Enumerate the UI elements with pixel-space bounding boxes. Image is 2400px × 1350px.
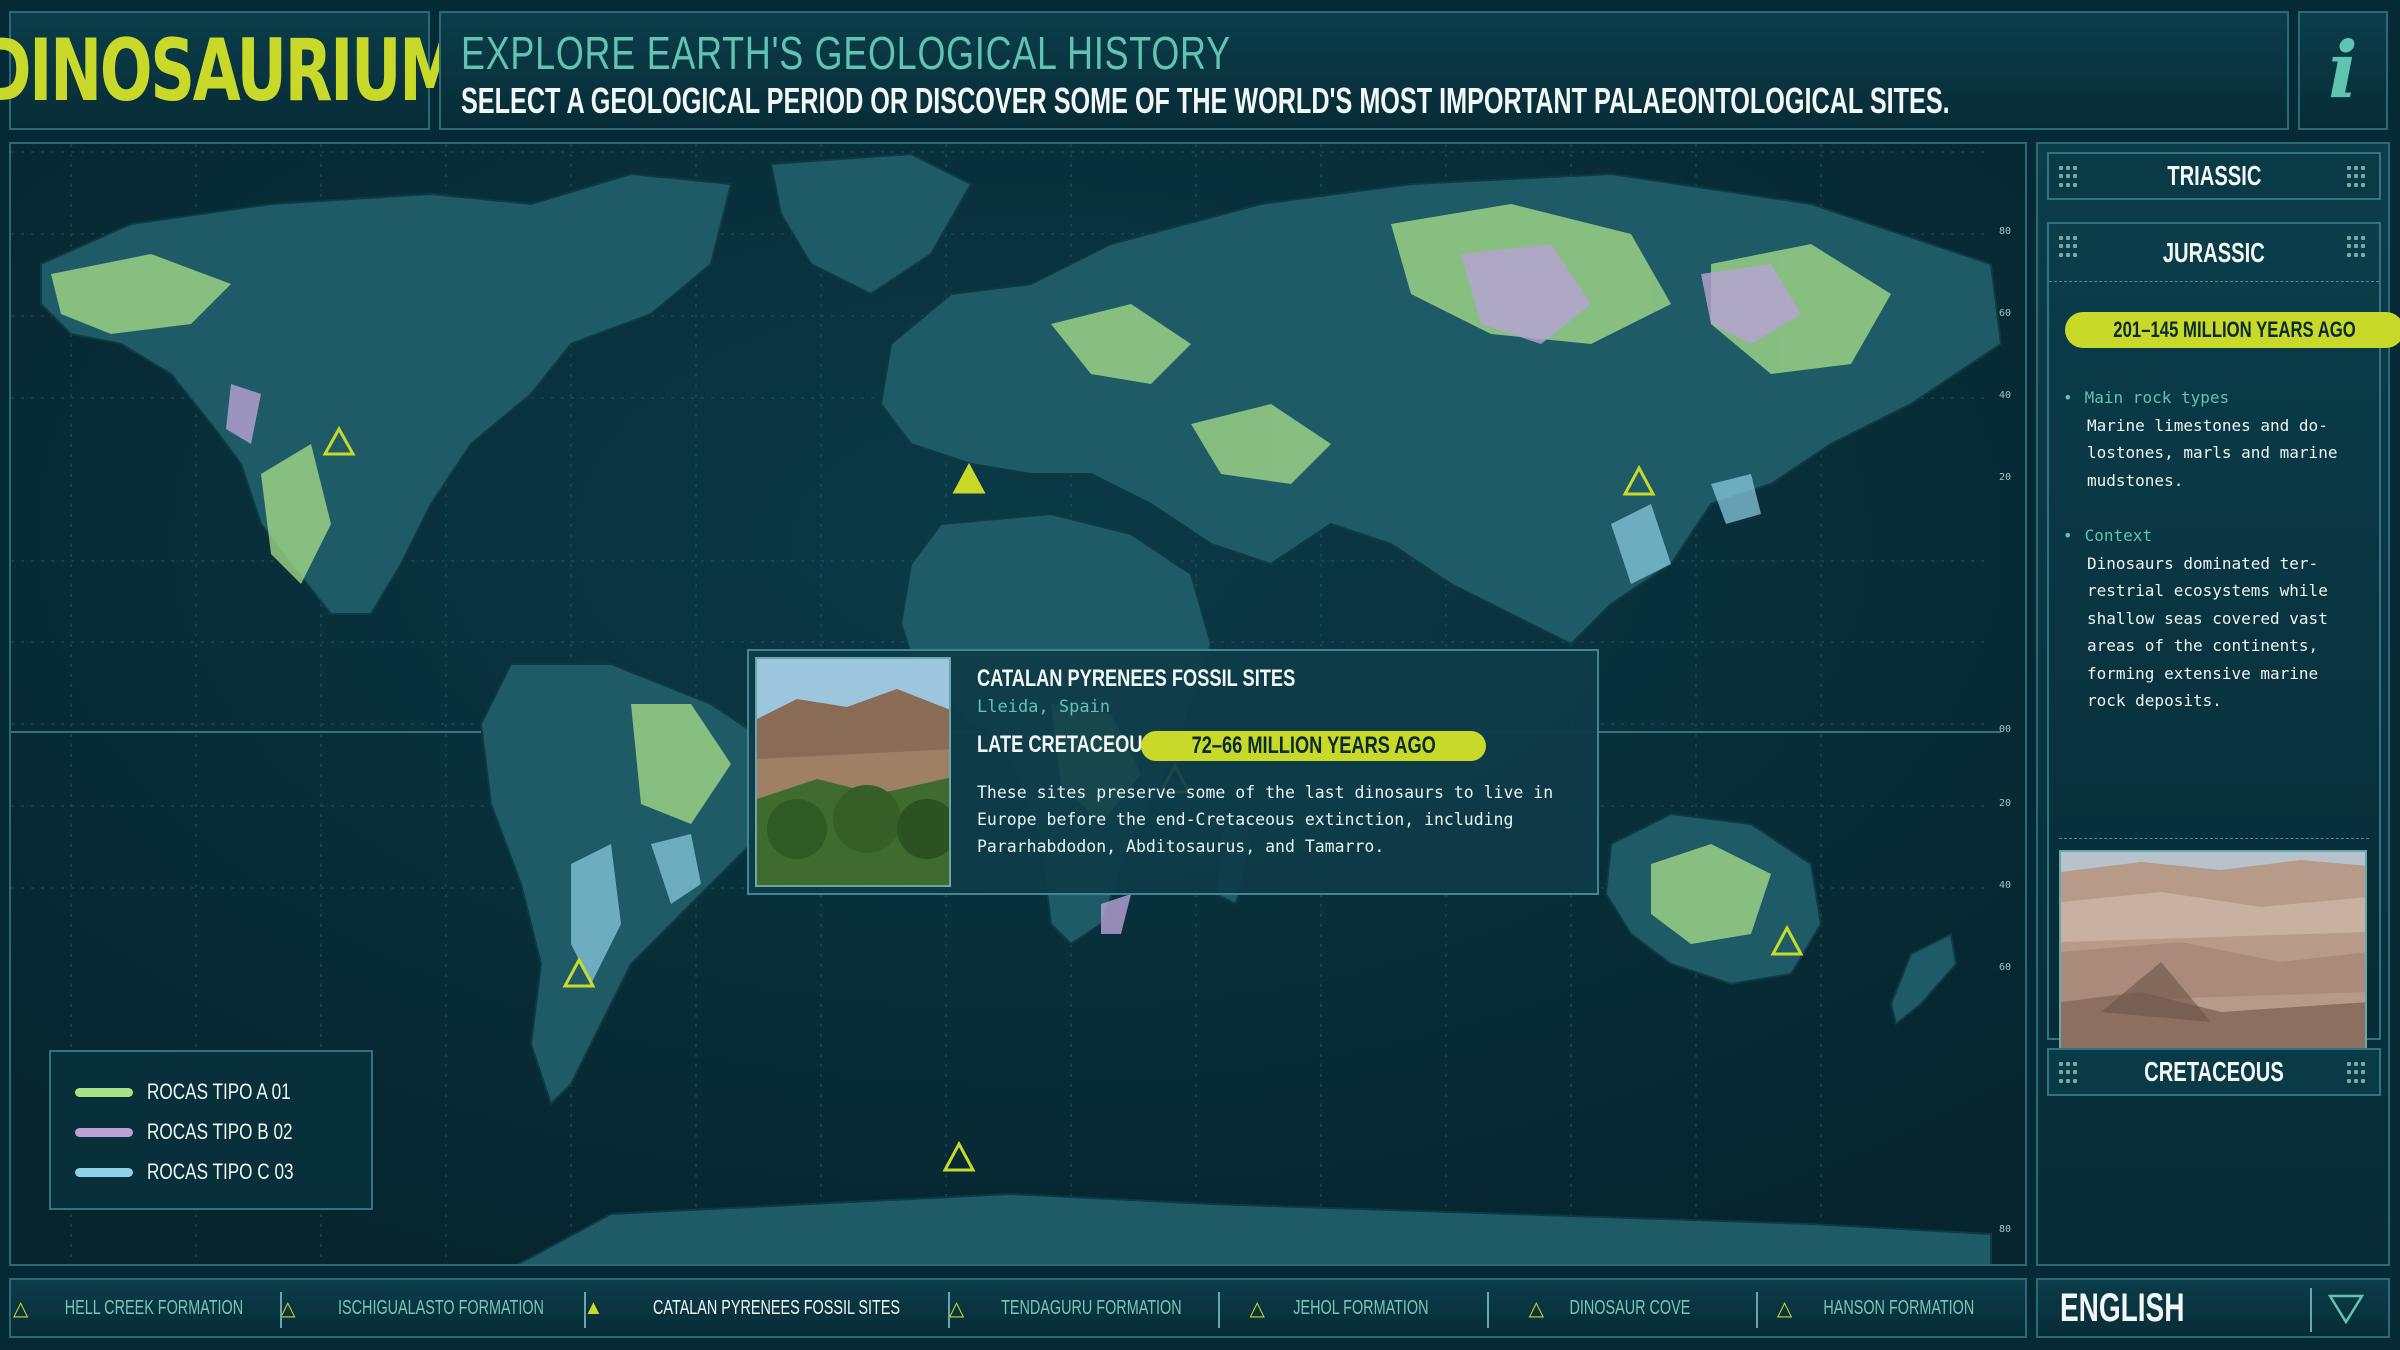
lat-label: 80: [1998, 226, 2011, 237]
legend-label: ROCAS TIPO A 01: [147, 1079, 291, 1104]
drag-handle-icon[interactable]: [2059, 1062, 2081, 1084]
popup-text-line: Pararhabdodon, Abditosaurus, and Tamarro…: [977, 837, 1385, 856]
app-logo[interactable]: DINOSAURIUM: [0, 21, 461, 121]
site-tab-label: HANSON FORMATION: [1823, 1296, 1975, 1319]
drag-handle-icon[interactable]: [2059, 236, 2081, 258]
drag-handle-icon[interactable]: [2347, 236, 2369, 258]
legend-item: ROCAS TIPO B 02: [75, 1112, 347, 1152]
popup-text-line: Europe before the end-Cretaceous extinct…: [977, 810, 1514, 829]
site-tab-tendaguru[interactable]: △ TENDAGURU FORMATION: [948, 1280, 1217, 1336]
section-line: mudstones.: [2087, 470, 2184, 490]
period-tab-cretaceous[interactable]: CRETACEOUS: [2047, 1048, 2381, 1096]
context-section: Context Dinosaurs dominated ter- restria…: [2063, 522, 2363, 715]
triangle-outline-icon: △: [1249, 1297, 1265, 1320]
page-title: EXPLORE EARTH'S GEOLOGICAL HISTORY: [461, 27, 1231, 79]
site-tab-ischigualasto[interactable]: △ ISCHIGUALASTO FORMATION: [280, 1280, 583, 1336]
drag-handle-icon[interactable]: [2347, 1062, 2369, 1084]
chevron-down-icon[interactable]: [2328, 1292, 2364, 1326]
popup-description: These sites preserve some of the last di…: [977, 779, 1587, 860]
info-button[interactable]: i: [2298, 11, 2388, 130]
popup-period: LATE CRETACEOUS: [977, 731, 1155, 758]
popup-location: Lleida, Spain: [977, 697, 1111, 717]
section-line: Dinosaurs dominated ter-: [2087, 553, 2319, 573]
section-line: areas of the continents,: [2087, 636, 2319, 655]
language-selector[interactable]: ENGLISH: [2036, 1278, 2390, 1338]
legend-label: ROCAS TIPO C 03: [147, 1159, 294, 1184]
section-line: shallow seas covered vast: [2087, 608, 2328, 628]
lat-label: 60: [1998, 308, 2011, 319]
period-tab-jurassic[interactable]: JURASSIC: [2049, 224, 2379, 282]
site-photo: [755, 657, 951, 887]
logo-panel[interactable]: DINOSAURIUM: [0, 11, 461, 130]
section-line: Marine limestones and do-: [2087, 415, 2328, 435]
latitude-scale: 80 60 40 20 00 20 40 60 80: [1987, 144, 2017, 1264]
lat-label: 40: [1998, 390, 2011, 401]
legend-label: ROCAS TIPO B 02: [147, 1119, 293, 1144]
section-heading: Main rock types: [2063, 384, 2363, 412]
section-heading: Context: [2063, 522, 2363, 550]
period-label: CRETACEOUS: [2144, 1056, 2284, 1087]
info-icon[interactable]: i: [2328, 25, 2358, 116]
site-tab-label: ISCHIGUALASTO FORMATION: [337, 1296, 544, 1319]
age-badge: 72–66 MILLION YEARS AGO: [1141, 731, 1487, 761]
triangle-outline-icon: △: [280, 1297, 296, 1320]
legend-swatch: [75, 1167, 133, 1177]
drag-handle-icon[interactable]: [2059, 166, 2081, 188]
lat-label: 40: [1998, 880, 2011, 891]
section-line: restrial ecosystems while: [2087, 581, 2328, 600]
site-tab-label: TENDAGURU FORMATION: [1001, 1296, 1182, 1319]
age-badge: 201–145 MILLION YEARS AGO: [2065, 312, 2400, 348]
site-popup[interactable]: CATALAN PYRENEES FOSSIL SITES Lleida, Sp…: [747, 649, 1599, 895]
lat-label: 60: [1998, 962, 2011, 973]
triangle-outline-icon: △: [12, 1297, 29, 1320]
legend-swatch: [75, 1087, 133, 1097]
lat-label: 20: [1998, 472, 2011, 483]
map-legend: ROCAS TIPO A 01 ROCAS TIPO B 02 ROCAS TI…: [49, 1050, 373, 1210]
period-panel-jurassic[interactable]: JURASSIC 201–145 MILLION YEARS AGO Main …: [2047, 222, 2400, 1060]
section-line: lostones, marls and marine: [2087, 443, 2338, 462]
site-tab-label: DINOSAUR COVE: [1569, 1296, 1691, 1319]
period-photo: [2059, 850, 2367, 1060]
age-badge-label: 201–145 MILLION YEARS AGO: [2113, 317, 2356, 342]
section-line: forming extensive marine: [2087, 663, 2319, 683]
period-label: JURASSIC: [2163, 236, 2265, 268]
site-tab-label: JEHOL FORMATION: [1293, 1296, 1429, 1319]
section-line: rock deposits.: [2087, 691, 2222, 710]
period-label: TRIASSIC: [2166, 160, 2262, 191]
site-tab-dinosaur-cove[interactable]: △ DINOSAUR COVE: [1486, 1280, 1756, 1336]
period-tab-triassic[interactable]: TRIASSIC: [2047, 152, 2381, 200]
site-tab-label: CATALAN PYRENEES FOSSIL SITES: [653, 1296, 901, 1319]
popup-title: CATALAN PYRENEES FOSSIL SITES: [977, 665, 1296, 692]
site-tab-jehol[interactable]: △ JEHOL FORMATION: [1217, 1280, 1487, 1336]
divider: [2310, 1288, 2312, 1332]
divider: [2059, 838, 2369, 839]
triangle-outline-icon: △: [1528, 1297, 1545, 1320]
site-tabs-bar: △ HELL CREEK FORMATION △ ISCHIGUALASTO F…: [9, 1278, 2027, 1338]
age-badge-label: 72–66 MILLION YEARS AGO: [1191, 732, 1436, 759]
rock-types-section: Main rock types Marine limestones and do…: [2063, 384, 2363, 494]
triangle-outline-icon: △: [948, 1297, 965, 1320]
site-tab-label: HELL CREEK FORMATION: [65, 1296, 244, 1319]
site-tab-hell-creek[interactable]: △ HELL CREEK FORMATION: [11, 1280, 280, 1336]
site-tab-hanson[interactable]: △ HANSON FORMATION: [1755, 1280, 2025, 1336]
legend-swatch: [75, 1127, 133, 1137]
world-map[interactable]: 80 60 40 20 00 20 40 60 80 CATALAN PYREN…: [9, 142, 2027, 1266]
popup-text-line: These sites preserve some of the last di…: [977, 783, 1554, 802]
period-sidebar: TRIASSIC JURASSIC 201–145 MILLION YEARS …: [2036, 142, 2400, 1266]
site-tab-catalan-pyrenees[interactable]: ▲ CATALAN PYRENEES FOSSIL SITES: [583, 1280, 949, 1336]
legend-item: ROCAS TIPO C 03: [75, 1152, 347, 1192]
header-panel: EXPLORE EARTH'S GEOLOGICAL HISTORY SELEC…: [439, 11, 2289, 130]
lat-label: 80: [1998, 1224, 2011, 1235]
drag-handle-icon[interactable]: [2347, 166, 2369, 188]
triangle-filled-icon: ▲: [583, 1296, 604, 1319]
lat-label: 20: [1998, 798, 2011, 809]
language-label[interactable]: ENGLISH: [2060, 1286, 2184, 1331]
lat-label: 00: [1998, 724, 2011, 735]
legend-item: ROCAS TIPO A 01: [75, 1072, 347, 1112]
triangle-outline-icon: △: [1776, 1297, 1793, 1320]
page-subtitle: SELECT A GEOLOGICAL PERIOD OR DISCOVER S…: [461, 80, 1950, 121]
